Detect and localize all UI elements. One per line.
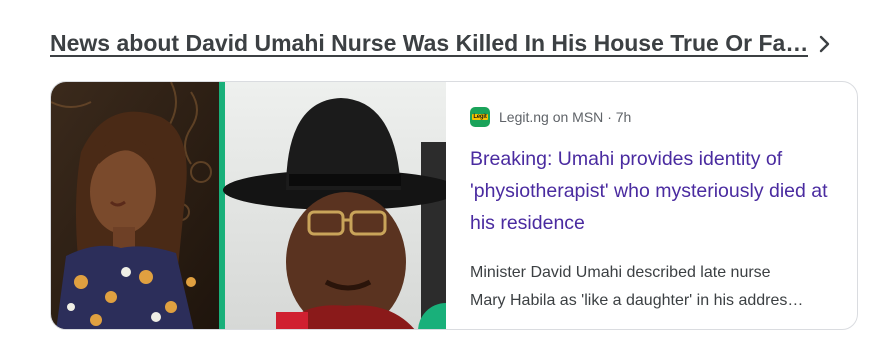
article-source: Legit.ng on MSN xyxy=(499,109,604,125)
logo-text: Legit xyxy=(472,114,488,120)
chevron-right-icon[interactable] xyxy=(818,35,832,53)
article-source-meta: Legit.ng on MSN · 7h xyxy=(499,109,631,125)
news-section-header[interactable]: News about David Umahi Nurse Was Killed … xyxy=(50,30,832,57)
news-section-title[interactable]: News about David Umahi Nurse Was Killed … xyxy=(50,30,808,57)
thumbnail-image xyxy=(51,82,446,329)
snippet-line-2: Mary Habila as 'like a daughter' in his … xyxy=(470,292,804,309)
article-snippet: Minister David Umahi described late nurs… xyxy=(470,259,830,315)
article-source-row: Legit Legit.ng on MSN · 7h xyxy=(470,107,833,127)
news-article-card[interactable]: Legit Legit.ng on MSN · 7h Breaking: Uma… xyxy=(50,81,858,330)
article-thumbnail[interactable] xyxy=(51,82,446,329)
snippet-line-1: Minister David Umahi described late nurs… xyxy=(470,264,771,281)
legit-logo-icon: Legit xyxy=(470,107,490,127)
article-content: Legit Legit.ng on MSN · 7h Breaking: Uma… xyxy=(446,82,857,329)
meta-separator: · xyxy=(607,109,612,125)
news-result-page: News about David Umahi Nurse Was Killed … xyxy=(0,0,870,349)
article-headline[interactable]: Breaking: Umahi provides identity of 'ph… xyxy=(470,143,830,239)
article-age: 7h xyxy=(615,109,632,125)
